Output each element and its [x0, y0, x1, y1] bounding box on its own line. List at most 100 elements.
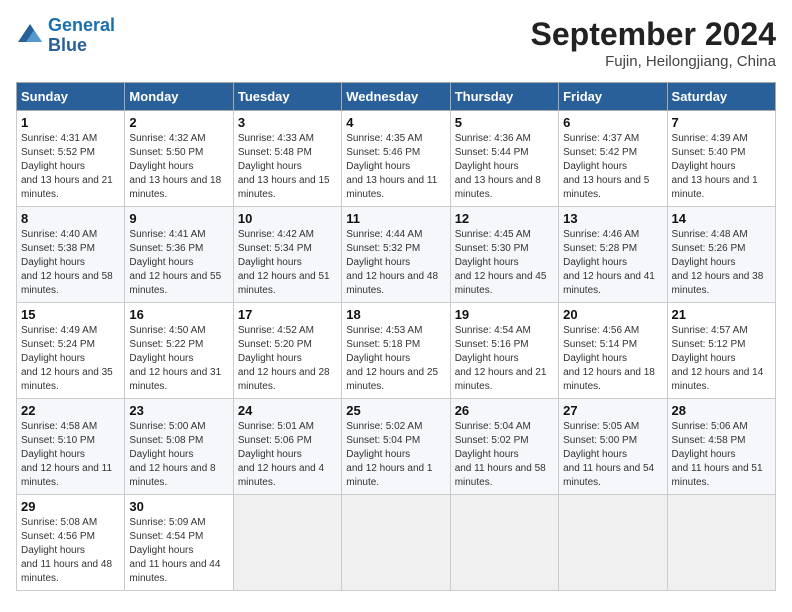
calendar-cell: 25 Sunrise: 5:02 AM Sunset: 5:04 PM Dayl… — [342, 399, 450, 495]
day-number: 23 — [129, 403, 228, 418]
day-info: Sunrise: 5:06 AM Sunset: 4:58 PM Dayligh… — [672, 420, 771, 490]
day-info: Sunrise: 4:57 AM Sunset: 5:12 PM Dayligh… — [672, 324, 771, 394]
day-number: 17 — [238, 307, 337, 322]
calendar-week-5: 29 Sunrise: 5:08 AM Sunset: 4:56 PM Dayl… — [17, 495, 776, 591]
calendar-cell — [342, 495, 450, 591]
day-info: Sunrise: 4:36 AM Sunset: 5:44 PM Dayligh… — [455, 132, 554, 202]
day-info: Sunrise: 4:37 AM Sunset: 5:42 PM Dayligh… — [563, 132, 662, 202]
col-wednesday: Wednesday — [342, 83, 450, 111]
col-saturday: Saturday — [667, 83, 775, 111]
day-info: Sunrise: 4:53 AM Sunset: 5:18 PM Dayligh… — [346, 324, 445, 394]
calendar-week-4: 22 Sunrise: 4:58 AM Sunset: 5:10 PM Dayl… — [17, 399, 776, 495]
calendar-cell: 6 Sunrise: 4:37 AM Sunset: 5:42 PM Dayli… — [559, 111, 667, 207]
logo: General Blue — [16, 16, 115, 56]
day-info: Sunrise: 4:52 AM Sunset: 5:20 PM Dayligh… — [238, 324, 337, 394]
calendar-cell — [559, 495, 667, 591]
calendar-cell: 5 Sunrise: 4:36 AM Sunset: 5:44 PM Dayli… — [450, 111, 558, 207]
day-number: 29 — [21, 499, 120, 514]
calendar-cell: 12 Sunrise: 4:45 AM Sunset: 5:30 PM Dayl… — [450, 207, 558, 303]
day-number: 24 — [238, 403, 337, 418]
day-info: Sunrise: 4:48 AM Sunset: 5:26 PM Dayligh… — [672, 228, 771, 298]
calendar-table: Sunday Monday Tuesday Wednesday Thursday… — [16, 82, 776, 591]
day-info: Sunrise: 5:05 AM Sunset: 5:00 PM Dayligh… — [563, 420, 662, 490]
calendar-cell: 22 Sunrise: 4:58 AM Sunset: 5:10 PM Dayl… — [17, 399, 125, 495]
col-sunday: Sunday — [17, 83, 125, 111]
col-tuesday: Tuesday — [233, 83, 341, 111]
day-number: 5 — [455, 115, 554, 130]
calendar-cell: 15 Sunrise: 4:49 AM Sunset: 5:24 PM Dayl… — [17, 303, 125, 399]
day-info: Sunrise: 5:04 AM Sunset: 5:02 PM Dayligh… — [455, 420, 554, 490]
location-subtitle: Fujin, Heilongjiang, China — [531, 53, 776, 70]
day-number: 18 — [346, 307, 445, 322]
day-number: 8 — [21, 211, 120, 226]
calendar-cell: 30 Sunrise: 5:09 AM Sunset: 4:54 PM Dayl… — [125, 495, 233, 591]
day-info: Sunrise: 5:01 AM Sunset: 5:06 PM Dayligh… — [238, 420, 337, 490]
day-number: 25 — [346, 403, 445, 418]
day-number: 20 — [563, 307, 662, 322]
col-thursday: Thursday — [450, 83, 558, 111]
day-info: Sunrise: 4:40 AM Sunset: 5:38 PM Dayligh… — [21, 228, 120, 298]
calendar-cell: 18 Sunrise: 4:53 AM Sunset: 5:18 PM Dayl… — [342, 303, 450, 399]
day-number: 3 — [238, 115, 337, 130]
day-number: 13 — [563, 211, 662, 226]
calendar-week-2: 8 Sunrise: 4:40 AM Sunset: 5:38 PM Dayli… — [17, 207, 776, 303]
calendar-cell: 28 Sunrise: 5:06 AM Sunset: 4:58 PM Dayl… — [667, 399, 775, 495]
calendar-cell: 3 Sunrise: 4:33 AM Sunset: 5:48 PM Dayli… — [233, 111, 341, 207]
calendar-cell: 7 Sunrise: 4:39 AM Sunset: 5:40 PM Dayli… — [667, 111, 775, 207]
title-block: September 2024 Fujin, Heilongjiang, Chin… — [531, 16, 776, 70]
calendar-cell: 8 Sunrise: 4:40 AM Sunset: 5:38 PM Dayli… — [17, 207, 125, 303]
calendar-cell: 9 Sunrise: 4:41 AM Sunset: 5:36 PM Dayli… — [125, 207, 233, 303]
day-number: 22 — [21, 403, 120, 418]
day-number: 6 — [563, 115, 662, 130]
day-number: 27 — [563, 403, 662, 418]
calendar-cell: 19 Sunrise: 4:54 AM Sunset: 5:16 PM Dayl… — [450, 303, 558, 399]
day-number: 7 — [672, 115, 771, 130]
day-number: 12 — [455, 211, 554, 226]
calendar-cell: 4 Sunrise: 4:35 AM Sunset: 5:46 PM Dayli… — [342, 111, 450, 207]
day-info: Sunrise: 5:09 AM Sunset: 4:54 PM Dayligh… — [129, 516, 228, 586]
month-title: September 2024 — [531, 16, 776, 53]
calendar-cell: 27 Sunrise: 5:05 AM Sunset: 5:00 PM Dayl… — [559, 399, 667, 495]
calendar-cell: 11 Sunrise: 4:44 AM Sunset: 5:32 PM Dayl… — [342, 207, 450, 303]
day-info: Sunrise: 4:54 AM Sunset: 5:16 PM Dayligh… — [455, 324, 554, 394]
day-number: 28 — [672, 403, 771, 418]
calendar-cell: 29 Sunrise: 5:08 AM Sunset: 4:56 PM Dayl… — [17, 495, 125, 591]
day-number: 10 — [238, 211, 337, 226]
logo-blue: Blue — [48, 35, 87, 55]
day-info: Sunrise: 4:42 AM Sunset: 5:34 PM Dayligh… — [238, 228, 337, 298]
day-info: Sunrise: 4:44 AM Sunset: 5:32 PM Dayligh… — [346, 228, 445, 298]
day-info: Sunrise: 4:35 AM Sunset: 5:46 PM Dayligh… — [346, 132, 445, 202]
day-info: Sunrise: 4:45 AM Sunset: 5:30 PM Dayligh… — [455, 228, 554, 298]
calendar-cell: 21 Sunrise: 4:57 AM Sunset: 5:12 PM Dayl… — [667, 303, 775, 399]
day-number: 26 — [455, 403, 554, 418]
day-number: 15 — [21, 307, 120, 322]
calendar-header-row: Sunday Monday Tuesday Wednesday Thursday… — [17, 83, 776, 111]
day-info: Sunrise: 4:58 AM Sunset: 5:10 PM Dayligh… — [21, 420, 120, 490]
logo-general: General — [48, 15, 115, 35]
day-number: 16 — [129, 307, 228, 322]
day-info: Sunrise: 4:41 AM Sunset: 5:36 PM Dayligh… — [129, 228, 228, 298]
calendar-cell: 2 Sunrise: 4:32 AM Sunset: 5:50 PM Dayli… — [125, 111, 233, 207]
day-number: 30 — [129, 499, 228, 514]
day-number: 21 — [672, 307, 771, 322]
day-number: 14 — [672, 211, 771, 226]
day-info: Sunrise: 5:00 AM Sunset: 5:08 PM Dayligh… — [129, 420, 228, 490]
calendar-cell: 23 Sunrise: 5:00 AM Sunset: 5:08 PM Dayl… — [125, 399, 233, 495]
calendar-cell — [450, 495, 558, 591]
calendar-cell: 1 Sunrise: 4:31 AM Sunset: 5:52 PM Dayli… — [17, 111, 125, 207]
day-info: Sunrise: 4:46 AM Sunset: 5:28 PM Dayligh… — [563, 228, 662, 298]
calendar-cell: 17 Sunrise: 4:52 AM Sunset: 5:20 PM Dayl… — [233, 303, 341, 399]
day-info: Sunrise: 4:32 AM Sunset: 5:50 PM Dayligh… — [129, 132, 228, 202]
day-info: Sunrise: 4:33 AM Sunset: 5:48 PM Dayligh… — [238, 132, 337, 202]
day-info: Sunrise: 4:39 AM Sunset: 5:40 PM Dayligh… — [672, 132, 771, 202]
logo-icon — [16, 22, 44, 50]
day-info: Sunrise: 5:08 AM Sunset: 4:56 PM Dayligh… — [21, 516, 120, 586]
col-friday: Friday — [559, 83, 667, 111]
day-number: 19 — [455, 307, 554, 322]
day-info: Sunrise: 4:56 AM Sunset: 5:14 PM Dayligh… — [563, 324, 662, 394]
day-info: Sunrise: 4:50 AM Sunset: 5:22 PM Dayligh… — [129, 324, 228, 394]
day-number: 1 — [21, 115, 120, 130]
day-number: 4 — [346, 115, 445, 130]
day-info: Sunrise: 4:49 AM Sunset: 5:24 PM Dayligh… — [21, 324, 120, 394]
calendar-cell — [233, 495, 341, 591]
